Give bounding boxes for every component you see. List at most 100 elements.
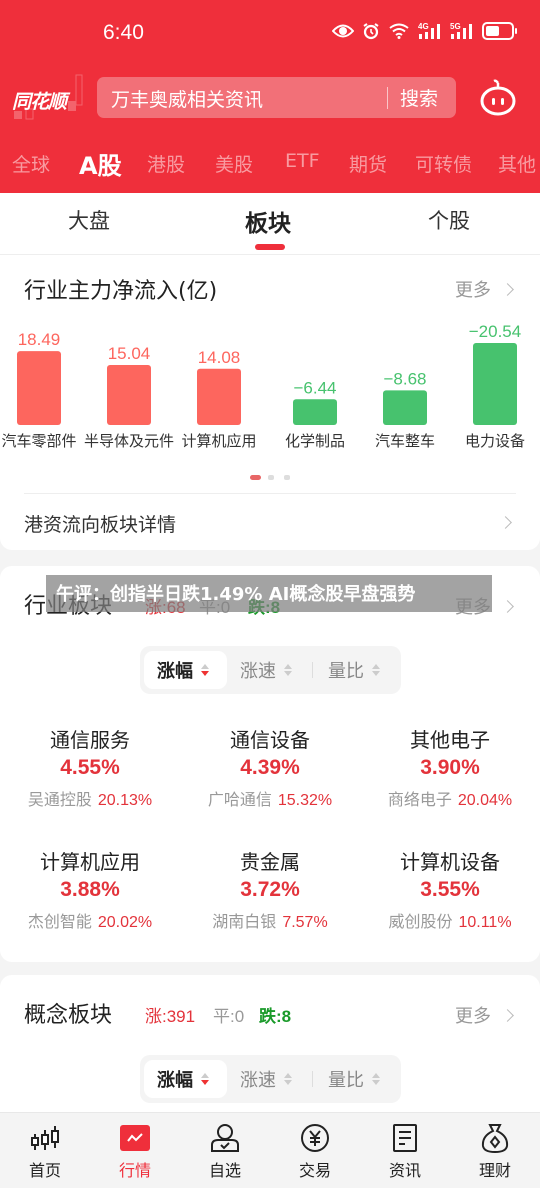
sort-icon xyxy=(372,1073,380,1085)
sector-leader: 杰创智能 20.02% xyxy=(0,908,180,932)
search-input[interactable]: 万丰奥威相关资讯 xyxy=(111,85,263,112)
sector-item[interactable]: 贵金属 3.72% 湖南白银 7.57% xyxy=(180,846,360,932)
bar-value-label: −20.54 xyxy=(469,322,521,341)
logo-text: 同花顺 xyxy=(12,91,67,113)
leader-change: 20.13% xyxy=(97,792,153,809)
market-tab-other[interactable]: 其他 xyxy=(498,150,536,177)
bar-value-label: −6.44 xyxy=(293,378,336,397)
chevron-right-icon xyxy=(501,1008,514,1022)
sector-change: 3.88% xyxy=(60,878,120,901)
nav-label: 行情 xyxy=(118,1161,151,1180)
sector-item[interactable]: 计算机设备 3.55% 威创股份 10.11% xyxy=(360,846,540,932)
bar-category-label: 电力设备 xyxy=(465,432,525,450)
sort-label: 涨速 xyxy=(240,1070,276,1091)
more-label: 更多 xyxy=(455,280,491,301)
nav-label: 自选 xyxy=(208,1161,241,1180)
sort-icon xyxy=(284,1073,292,1085)
bar-汽车零部件[interactable] xyxy=(17,351,61,425)
user-check-icon xyxy=(180,1121,270,1155)
market-tab-hk[interactable]: 港股 xyxy=(147,150,185,177)
hk-flow-detail-row[interactable]: 港资流向板块详情 xyxy=(0,494,540,550)
sort-by-change[interactable]: 涨幅 xyxy=(144,651,227,689)
sector-name: 计算机应用 xyxy=(40,850,140,874)
status-time: 6:40 xyxy=(103,21,144,44)
sort-label: 涨速 xyxy=(240,661,276,682)
sort-by-speed[interactable]: 涨速 xyxy=(240,1060,310,1098)
sector-name: 贵金属 xyxy=(240,850,300,874)
market-chart-icon xyxy=(90,1121,180,1155)
market-tab-global[interactable]: 全球 xyxy=(12,150,50,177)
segment-divider xyxy=(312,662,313,678)
sub-tab-stocks[interactable]: 个股 xyxy=(428,205,470,235)
sector-leader: 吴通控股 20.13% xyxy=(0,786,180,810)
news-headline-overlay[interactable]: 午评：创指半日跌1.49% AI概念股早盘强势 xyxy=(46,575,492,612)
sort-by-speed[interactable]: 涨速 xyxy=(240,651,310,689)
market-tab-us[interactable]: 美股 xyxy=(215,150,253,177)
top-header: 6:40 4G 5G 同花顺 万丰奥威相关资讯 搜索 全球 A股 港股 美股 E… xyxy=(0,0,540,193)
leader-change: 20.04% xyxy=(457,792,513,809)
segment-divider xyxy=(312,1071,313,1087)
market-tab-etf[interactable]: ETF xyxy=(285,150,320,172)
leader-change: 7.57% xyxy=(282,914,328,931)
nav-watchlist[interactable]: 自选 xyxy=(180,1121,270,1181)
page-dot-active xyxy=(250,475,261,480)
nav-wealth[interactable]: 理财 xyxy=(450,1121,540,1181)
sector-leader: 商络电子 20.04% xyxy=(360,786,540,810)
bar-半导体及元件[interactable] xyxy=(107,364,151,425)
concept-more-link[interactable]: 更多 xyxy=(455,1002,514,1028)
sector-change: 4.39% xyxy=(240,756,300,779)
market-tab-convertible[interactable]: 可转债 xyxy=(415,150,472,177)
sector-change: 4.55% xyxy=(60,756,120,779)
search-box[interactable]: 万丰奥威相关资讯 搜索 xyxy=(97,77,456,118)
search-button[interactable]: 搜索 xyxy=(400,84,438,111)
leader-name: 威创股份 xyxy=(388,912,453,931)
sector-item[interactable]: 计算机应用 3.88% 杰创智能 20.02% xyxy=(0,846,180,932)
bar-电力设备[interactable] xyxy=(473,343,517,425)
search-divider xyxy=(387,87,388,109)
sector-leader: 广哈通信 15.32% xyxy=(180,786,360,810)
document-icon xyxy=(360,1121,450,1155)
sector-item[interactable]: 其他电子 3.90% 商络电子 20.04% xyxy=(360,724,540,810)
industry-sector-card: 行业板块 涨:68 平:0 跌:8 更多 涨幅 涨速 量比 通信服务 4.55%… xyxy=(0,566,540,962)
sector-name: 通信设备 xyxy=(230,728,310,752)
yen-coin-icon xyxy=(270,1121,360,1155)
sector-leader: 湖南白银 7.57% xyxy=(180,908,360,932)
market-tab-a-share[interactable]: A股 xyxy=(79,146,122,181)
leader-name: 商络电子 xyxy=(387,790,452,809)
down-count: 跌:8 xyxy=(259,1007,292,1026)
nav-news[interactable]: 资讯 xyxy=(360,1121,450,1181)
bar-category-label: 计算机应用 xyxy=(181,432,256,450)
sort-by-volume-ratio[interactable]: 量比 xyxy=(328,651,398,689)
sub-tab-sectors[interactable]: 板块 xyxy=(245,204,291,238)
app-logo[interactable]: 同花顺 xyxy=(12,74,83,120)
bar-汽车整车[interactable] xyxy=(383,390,427,425)
leader-name: 广哈通信 xyxy=(207,790,272,809)
leader-change: 15.32% xyxy=(277,792,333,809)
sector-change: 3.55% xyxy=(420,878,480,901)
sort-label: 涨幅 xyxy=(157,661,193,682)
fund-flow-bar-chart: 18.49 汽车零部件 15.04 半导体及元件 14.08 计算机应用 −6.44 化学制品… xyxy=(1,322,525,450)
sector-change: 3.90% xyxy=(420,756,480,779)
sector-name: 其他电子 xyxy=(410,728,490,752)
nav-trade[interactable]: 交易 xyxy=(270,1121,360,1181)
sector-item[interactable]: 通信设备 4.39% 广哈通信 15.32% xyxy=(180,724,360,810)
sort-by-volume-ratio[interactable]: 量比 xyxy=(328,1060,398,1098)
more-label: 更多 xyxy=(455,1006,491,1027)
battery-icon xyxy=(482,22,518,40)
market-tab-futures[interactable]: 期货 xyxy=(349,150,387,177)
bar-计算机应用[interactable] xyxy=(197,368,241,425)
leader-change: 10.11% xyxy=(458,914,512,931)
sector-name: 通信服务 xyxy=(50,728,130,752)
sort-by-change[interactable]: 涨幅 xyxy=(144,1060,227,1098)
fund-flow-more-link[interactable]: 更多 xyxy=(455,276,514,302)
page-dot xyxy=(268,475,274,480)
leader-name: 吴通控股 xyxy=(27,790,92,809)
leader-name: 湖南白银 xyxy=(212,912,277,931)
sub-tab-market[interactable]: 大盘 xyxy=(68,205,110,235)
sector-item[interactable]: 通信服务 4.55% 吴通控股 20.13% xyxy=(0,724,180,810)
bar-化学制品[interactable] xyxy=(293,399,337,425)
nav-market[interactable]: 行情 xyxy=(90,1121,180,1181)
robot-assistant-icon[interactable] xyxy=(478,78,518,118)
nav-home[interactable]: 首页 xyxy=(0,1121,90,1181)
signal-4g-icon: 4G xyxy=(418,22,442,40)
